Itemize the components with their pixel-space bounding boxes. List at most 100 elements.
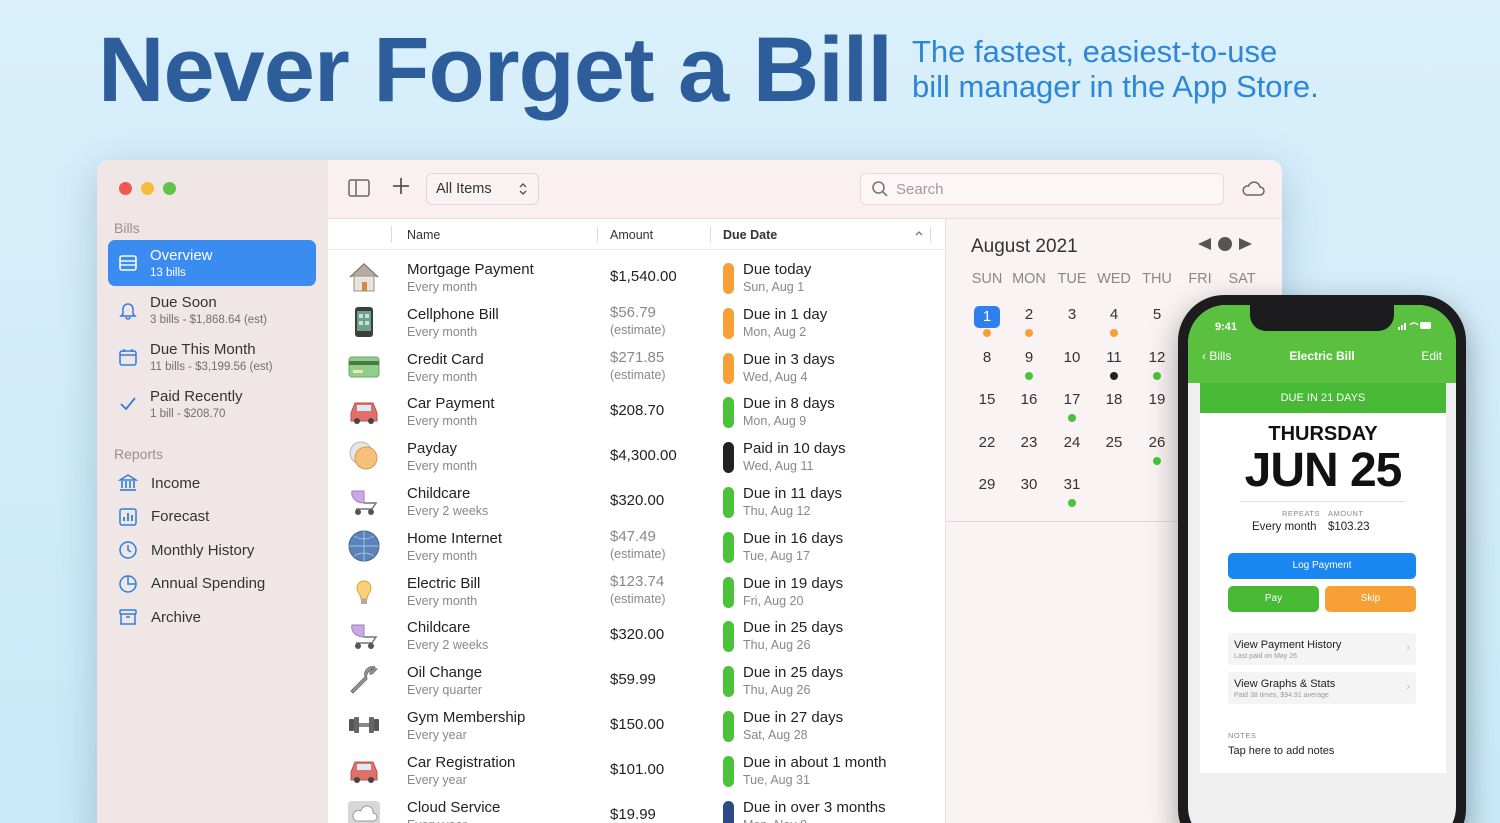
bill-amount: $271.85: [610, 348, 665, 366]
calendar-day[interactable]: 8: [967, 349, 1007, 366]
calendar-day[interactable]: 16: [1009, 391, 1049, 408]
sidebar-item-due-soon[interactable]: Due Soon 3 bills - $1,868.64 (est): [108, 287, 316, 333]
bill-row[interactable]: Payday Every month $4,300.00 Paid in 10 …: [328, 433, 945, 478]
bill-row[interactable]: Home Internet Every month $47.49 (estima…: [328, 523, 945, 568]
bill-row[interactable]: Childcare Every 2 weeks $320.00 Due in 1…: [328, 478, 945, 523]
calendar-day-number: 31: [1063, 476, 1081, 493]
calendar-day[interactable]: 23: [1009, 434, 1049, 451]
sidebar-report-annual-spending[interactable]: Annual Spending: [118, 574, 265, 594]
sidebar-report-monthly-history[interactable]: Monthly History: [118, 540, 254, 560]
previous-month-icon[interactable]: [1196, 237, 1212, 256]
sort-ascending-icon[interactable]: [914, 227, 924, 241]
sidebar-report-forecast[interactable]: Forecast: [118, 507, 209, 527]
calendar-day[interactable]: 10: [1052, 349, 1092, 366]
calendar-weekday-label: TUE: [1057, 271, 1087, 287]
calendar-day[interactable]: 31: [1052, 476, 1092, 493]
bill-due-date: Thu, Aug 26: [743, 683, 811, 698]
phone-skip-button[interactable]: Skip: [1325, 586, 1416, 612]
calendar-day[interactable]: 19: [1137, 391, 1177, 408]
phone-repeats-label: REPEATS: [1282, 509, 1320, 518]
calendar-day-number: 17: [1063, 391, 1081, 408]
calendar-day[interactable]: 18: [1094, 391, 1134, 408]
phone-amount-label: AMOUNT: [1328, 509, 1364, 518]
calendar-day-number: 24: [1063, 433, 1081, 451]
bill-row[interactable]: Car Payment Every month $208.70 Due in 8…: [328, 388, 945, 433]
sidebar-report-label: Annual Spending: [151, 575, 266, 593]
calendar-nav: [1196, 237, 1254, 256]
calendar-day[interactable]: 12: [1137, 349, 1177, 366]
close-window-button[interactable]: [119, 182, 132, 195]
bill-row[interactable]: Cloud Service Every year $19.99 Due in o…: [328, 792, 945, 823]
zoom-window-button[interactable]: [163, 182, 176, 195]
calendar-day[interactable]: 3: [1052, 306, 1092, 323]
sidebar-report-archive[interactable]: Archive: [118, 607, 201, 627]
bill-frequency: Every 2 weeks: [407, 504, 489, 518]
phone-notes-field[interactable]: Tap here to add notes: [1228, 745, 1334, 757]
bill-row[interactable]: Electric Bill Every month $123.74 (estim…: [328, 568, 945, 613]
calendar-day-number: 4: [1109, 306, 1119, 323]
bill-name: Mortgage Payment: [407, 261, 534, 278]
pie-icon: [118, 574, 138, 594]
search-input[interactable]: Search: [860, 173, 1224, 205]
calendar-day[interactable]: 17: [1052, 391, 1092, 408]
bill-due-text: Due in 19 days: [743, 574, 844, 592]
stroller-icon: [346, 483, 382, 519]
sidebar-toggle-icon[interactable]: [348, 179, 370, 203]
calendar-day[interactable]: 15: [967, 391, 1007, 408]
bill-due-date: Tue, Aug 31: [743, 772, 810, 787]
add-bill-icon[interactable]: [391, 176, 411, 202]
bill-row[interactable]: Cellphone Bill Every month $56.79 (estim…: [328, 299, 945, 344]
phone-log-payment-button[interactable]: Log Payment: [1228, 553, 1416, 579]
cloud-sync-icon[interactable]: [1241, 180, 1265, 203]
column-amount[interactable]: Amount: [610, 228, 653, 242]
calendar-day-number: 12: [1148, 348, 1166, 366]
bill-amount: $56.79: [610, 303, 656, 321]
phone-edit-button[interactable]: Edit: [1421, 349, 1442, 363]
sidebar-item-due-this-month[interactable]: Due This Month 11 bills - $3,199.56 (est…: [108, 334, 316, 380]
column-name[interactable]: Name: [407, 228, 440, 242]
calendar-day-number: 30: [1020, 476, 1038, 493]
bill-estimate-label: (estimate): [610, 322, 666, 337]
calendar-day-number: 29: [978, 476, 996, 493]
bill-amount: $208.70: [610, 402, 665, 420]
bill-name: Electric Bill: [407, 574, 481, 592]
calendar-day[interactable]: 9: [1009, 349, 1049, 366]
phone-payment-history-link[interactable]: View Payment History Last paid on May 26…: [1228, 633, 1416, 665]
calendar-day-number: 18: [1105, 391, 1123, 408]
bill-row[interactable]: Credit Card Every month $271.85 (estimat…: [328, 344, 945, 389]
calendar-day[interactable]: 1: [967, 306, 1007, 328]
bill-frequency: Every month: [407, 414, 478, 429]
phone-pay-button[interactable]: Pay: [1228, 586, 1319, 612]
next-month-icon[interactable]: [1238, 237, 1254, 256]
filter-select[interactable]: All Items: [426, 173, 539, 205]
calendar-day[interactable]: 24: [1052, 434, 1092, 451]
calendar-day[interactable]: 22: [967, 434, 1007, 451]
bill-due-date: Thu, Aug 12: [743, 504, 811, 518]
phone-graphs-link[interactable]: View Graphs & Stats Paid 38 times, $94.9…: [1228, 672, 1416, 704]
bill-due-date: Wed, Aug 4: [743, 369, 808, 384]
calendar-day[interactable]: 29: [967, 476, 1007, 493]
bill-row[interactable]: Childcare Every 2 weeks $320.00 Due in 2…: [328, 612, 945, 657]
calendar-day-number: 11: [1106, 348, 1122, 366]
due-status-bar: [723, 263, 734, 294]
minimize-window-button[interactable]: [141, 182, 154, 195]
calendar-day[interactable]: 25: [1094, 434, 1134, 451]
sidebar-item-paid-recently[interactable]: Paid Recently 1 bill - $208.70: [108, 381, 316, 427]
calendar-day[interactable]: 4: [1094, 306, 1134, 323]
bill-row[interactable]: Gym Membership Every year $150.00 Due in…: [328, 702, 945, 747]
calendar-day[interactable]: 11: [1094, 349, 1134, 366]
today-icon[interactable]: [1218, 237, 1232, 256]
bill-row[interactable]: Oil Change Every quarter $59.99 Due in 2…: [328, 657, 945, 702]
bill-row[interactable]: Car Registration Every year $101.00 Due …: [328, 747, 945, 792]
calendar-day[interactable]: 2: [1009, 306, 1049, 323]
sidebar-report-income[interactable]: Income: [118, 473, 200, 493]
bill-name: Childcare: [407, 485, 471, 502]
sidebar-item-subtitle: 3 bills - $1,868.64 (est): [150, 314, 267, 326]
calendar-day[interactable]: 30: [1009, 476, 1049, 493]
sidebar-item-overview[interactable]: Overview 13 bills: [108, 240, 316, 286]
calendar-day[interactable]: 26: [1137, 434, 1177, 451]
column-due-date[interactable]: Due Date: [723, 228, 777, 242]
calendar-day[interactable]: 5: [1137, 306, 1177, 323]
bill-row[interactable]: Mortgage Payment Every month $1,540.00 D…: [328, 254, 945, 299]
window-controls: [119, 182, 176, 195]
